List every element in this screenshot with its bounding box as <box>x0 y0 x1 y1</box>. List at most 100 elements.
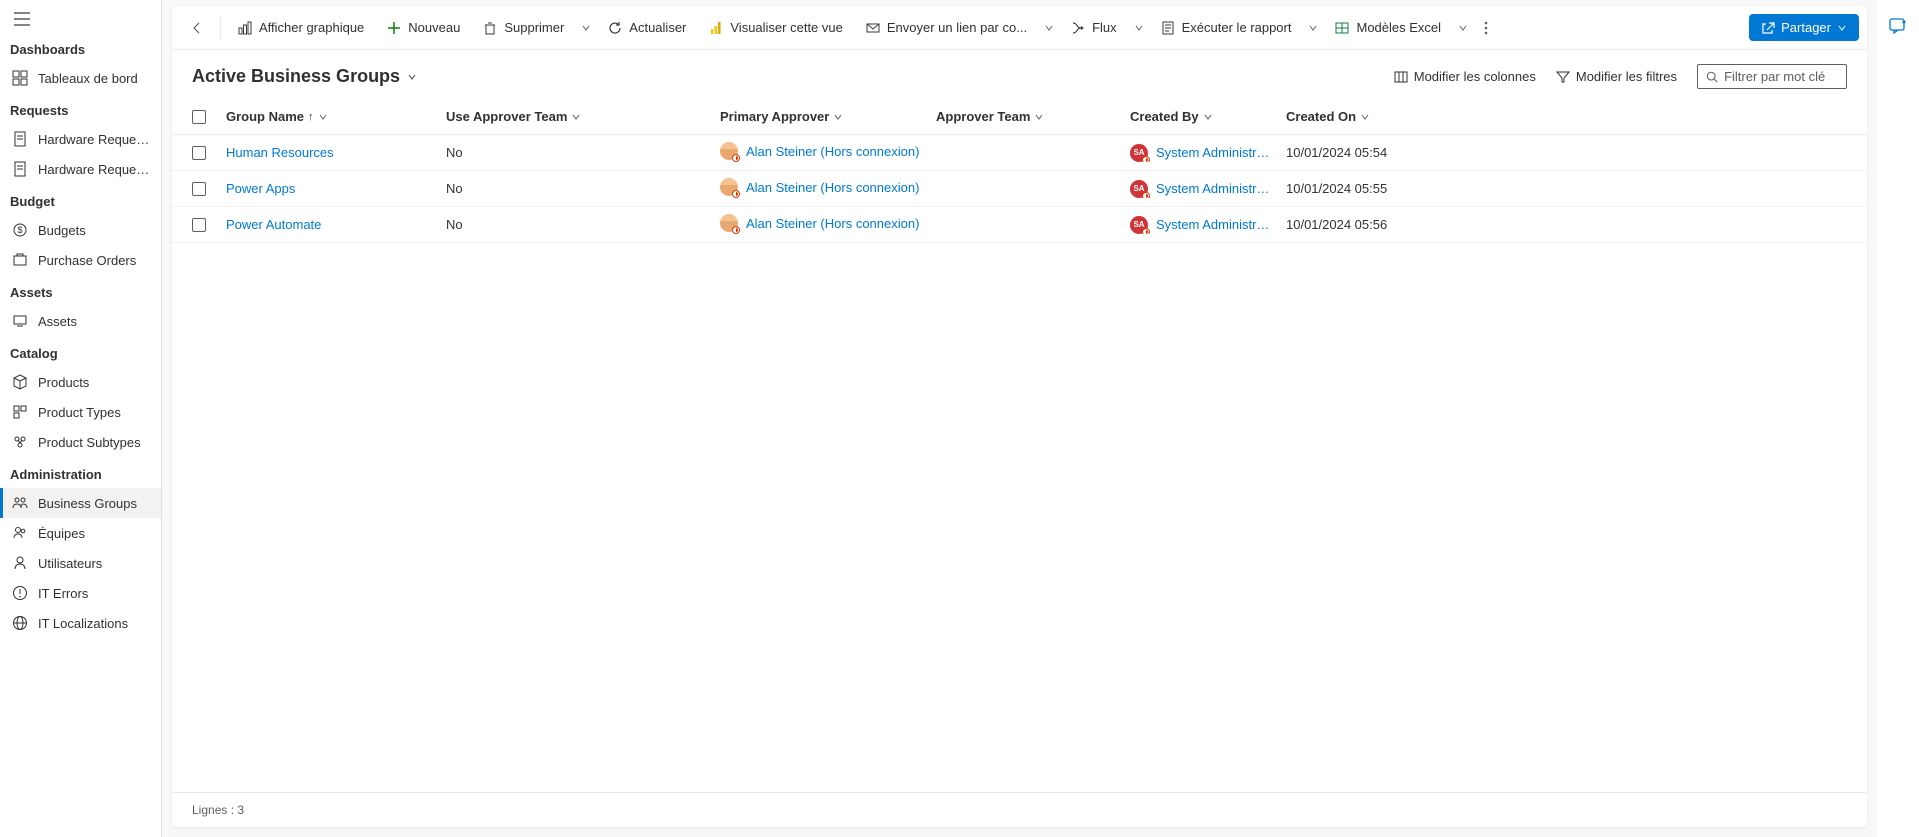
nav-item-label: Hardware Requests <box>38 132 151 147</box>
column-header-createdon[interactable]: Created On <box>1286 109 1446 124</box>
group-name-link[interactable]: Power Apps <box>226 181 295 196</box>
refresh-button[interactable]: Actualiser <box>597 12 696 44</box>
overflow-button[interactable] <box>1474 13 1498 43</box>
avatar <box>720 142 738 160</box>
nav-item-assets[interactable]: Assets <box>0 306 161 336</box>
nav-item-utilisateurs[interactable]: Utilisateurs <box>0 548 161 578</box>
nav-item-products[interactable]: Products <box>0 367 161 397</box>
avatar <box>720 178 738 196</box>
primary-approver-link[interactable]: Alan Steiner (Hors connexion) <box>746 216 919 231</box>
visualize-button[interactable]: Visualiser cette vue <box>698 12 853 44</box>
presence-away-icon <box>732 154 740 162</box>
row-checkbox[interactable] <box>192 182 206 196</box>
email-split[interactable] <box>1039 15 1058 41</box>
primary-approver-link[interactable]: Alan Steiner (Hors connexion) <box>746 144 919 159</box>
chevron-down-icon <box>1360 112 1370 122</box>
table-row[interactable]: Power AppsNoAlan Steiner (Hors connexion… <box>172 171 1867 207</box>
created-by-link[interactable]: System Administrator (A... <box>1156 217 1276 232</box>
column-header-primaryapprover[interactable]: Primary Approver <box>720 109 936 124</box>
primary-approver[interactable]: Alan Steiner (Hors connexion) <box>720 178 919 196</box>
created-by-link[interactable]: System Administrator (A... <box>1156 145 1276 160</box>
right-rail <box>1877 0 1919 837</box>
column-header-useapproverteam[interactable]: Use Approver Team <box>446 109 720 124</box>
group-name-link[interactable]: Power Automate <box>226 217 321 232</box>
purchase-icon <box>12 252 28 268</box>
share-label: Partager <box>1781 20 1831 35</box>
edit-filters-label: Modifier les filtres <box>1576 69 1677 84</box>
copilot-icon[interactable] <box>1882 10 1914 42</box>
nav-item-product-subtypes[interactable]: Product Subtypes <box>0 427 161 457</box>
grid-footer: Lignes : 3 <box>172 792 1867 827</box>
nav-item-hardware-requests[interactable]: Hardware Requests <box>0 124 161 154</box>
plus-icon <box>386 20 402 36</box>
filter-input-wrapper[interactable] <box>1697 64 1847 89</box>
created-by[interactable]: SA System Administrator (A... <box>1130 180 1276 198</box>
delete-label: Supprimer <box>504 20 564 35</box>
excel-templates-button[interactable]: Modèles Excel <box>1324 12 1451 44</box>
primary-approver[interactable]: Alan Steiner (Hors connexion) <box>720 142 919 160</box>
created-by[interactable]: SASystem Administrator (A... <box>1130 144 1276 162</box>
flow-label: Flux <box>1092 20 1117 35</box>
chevron-down-icon <box>318 112 328 122</box>
nav-item-budgets[interactable]: $Budgets <box>0 215 161 245</box>
flow-icon <box>1070 20 1086 36</box>
column-header-approverteam[interactable]: Approver Team <box>936 109 1130 124</box>
view-title-selector[interactable]: Active Business Groups <box>192 66 418 87</box>
chevron-down-icon <box>571 112 581 122</box>
new-button[interactable]: Nouveau <box>376 12 470 44</box>
nav-item-product-types[interactable]: Product Types <box>0 397 161 427</box>
avatar: SA <box>1130 180 1148 198</box>
created-by-link[interactable]: System Administrator (A... <box>1156 181 1276 196</box>
presence-away-icon <box>1142 192 1150 198</box>
show-chart-button[interactable]: Afficher graphique <box>227 12 374 44</box>
nav-item-hardware-reques-[interactable]: Hardware Reques... <box>0 154 161 184</box>
nav-item-label: Products <box>38 375 89 390</box>
nav-item--quipes[interactable]: Équipes <box>0 518 161 548</box>
row-checkbox[interactable] <box>192 146 206 160</box>
excel-split[interactable] <box>1453 15 1472 41</box>
column-header-createdby[interactable]: Created By <box>1130 109 1286 124</box>
edit-filters-button[interactable]: Modifier les filtres <box>1556 69 1677 84</box>
nav-item-it-errors[interactable]: IT Errors <box>0 578 161 608</box>
grid-header: Group Name ↑ Use Approver Team Primary A… <box>172 99 1867 135</box>
show-chart-label: Afficher graphique <box>259 20 364 35</box>
command-bar: Afficher graphique Nouveau Supprimer Act… <box>172 6 1867 50</box>
table-row[interactable]: Human Resources No Alan Steiner (Hors conn… <box>172 135 1867 171</box>
primary-approver-link[interactable]: Alan Steiner (Hors connexion) <box>746 180 919 195</box>
email-link-label: Envoyer un lien par co... <box>887 20 1027 35</box>
nav-item-label: Tableaux de bord <box>38 71 138 86</box>
select-all-checkbox[interactable] <box>192 110 206 124</box>
excel-templates-label: Modèles Excel <box>1356 20 1441 35</box>
primary-approver[interactable]: Alan Steiner (Hors connexion) <box>720 214 919 232</box>
column-header-groupname[interactable]: Group Name ↑ <box>226 109 446 124</box>
edit-columns-button[interactable]: Modifier les colonnes <box>1394 69 1536 84</box>
product-icon <box>12 374 28 390</box>
back-button[interactable] <box>180 13 214 43</box>
run-report-button[interactable]: Exécuter le rapport <box>1150 12 1302 44</box>
refresh-label: Actualiser <box>629 20 686 35</box>
nav-item-tableaux-de-bord[interactable]: Tableaux de bord <box>0 63 161 93</box>
table-row[interactable]: Power AutomateNoAlan Steiner (Hors conne… <box>172 207 1867 243</box>
group-name-link[interactable]: Human Resources <box>226 145 334 160</box>
email-link-button[interactable]: Envoyer un lien par co... <box>855 12 1037 44</box>
row-checkbox[interactable] <box>192 218 206 232</box>
sort-asc-icon: ↑ <box>308 111 314 123</box>
delete-split[interactable] <box>576 15 595 41</box>
product-subtype-icon <box>12 434 28 450</box>
nav-item-label: Assets <box>38 314 77 329</box>
excel-icon <box>1334 20 1350 36</box>
cell-use-approver-team: No <box>446 145 720 160</box>
hamburger-menu[interactable] <box>0 0 161 32</box>
nav-item-label: Budgets <box>38 223 86 238</box>
filter-input[interactable] <box>1724 69 1838 84</box>
share-button[interactable]: Partager <box>1749 14 1859 41</box>
flow-button[interactable]: Flux <box>1060 12 1127 44</box>
report-split[interactable] <box>1303 15 1322 41</box>
nav-item-it-localizations[interactable]: IT Localizations <box>0 608 161 638</box>
created-by[interactable]: SASystem Administrator (A... <box>1130 216 1276 234</box>
nav-item-label: IT Localizations <box>38 616 128 631</box>
nav-item-business-groups[interactable]: Business Groups <box>0 488 161 518</box>
nav-item-purchase-orders[interactable]: Purchase Orders <box>0 245 161 275</box>
flow-split[interactable] <box>1129 15 1148 41</box>
delete-button[interactable]: Supprimer <box>472 12 574 44</box>
